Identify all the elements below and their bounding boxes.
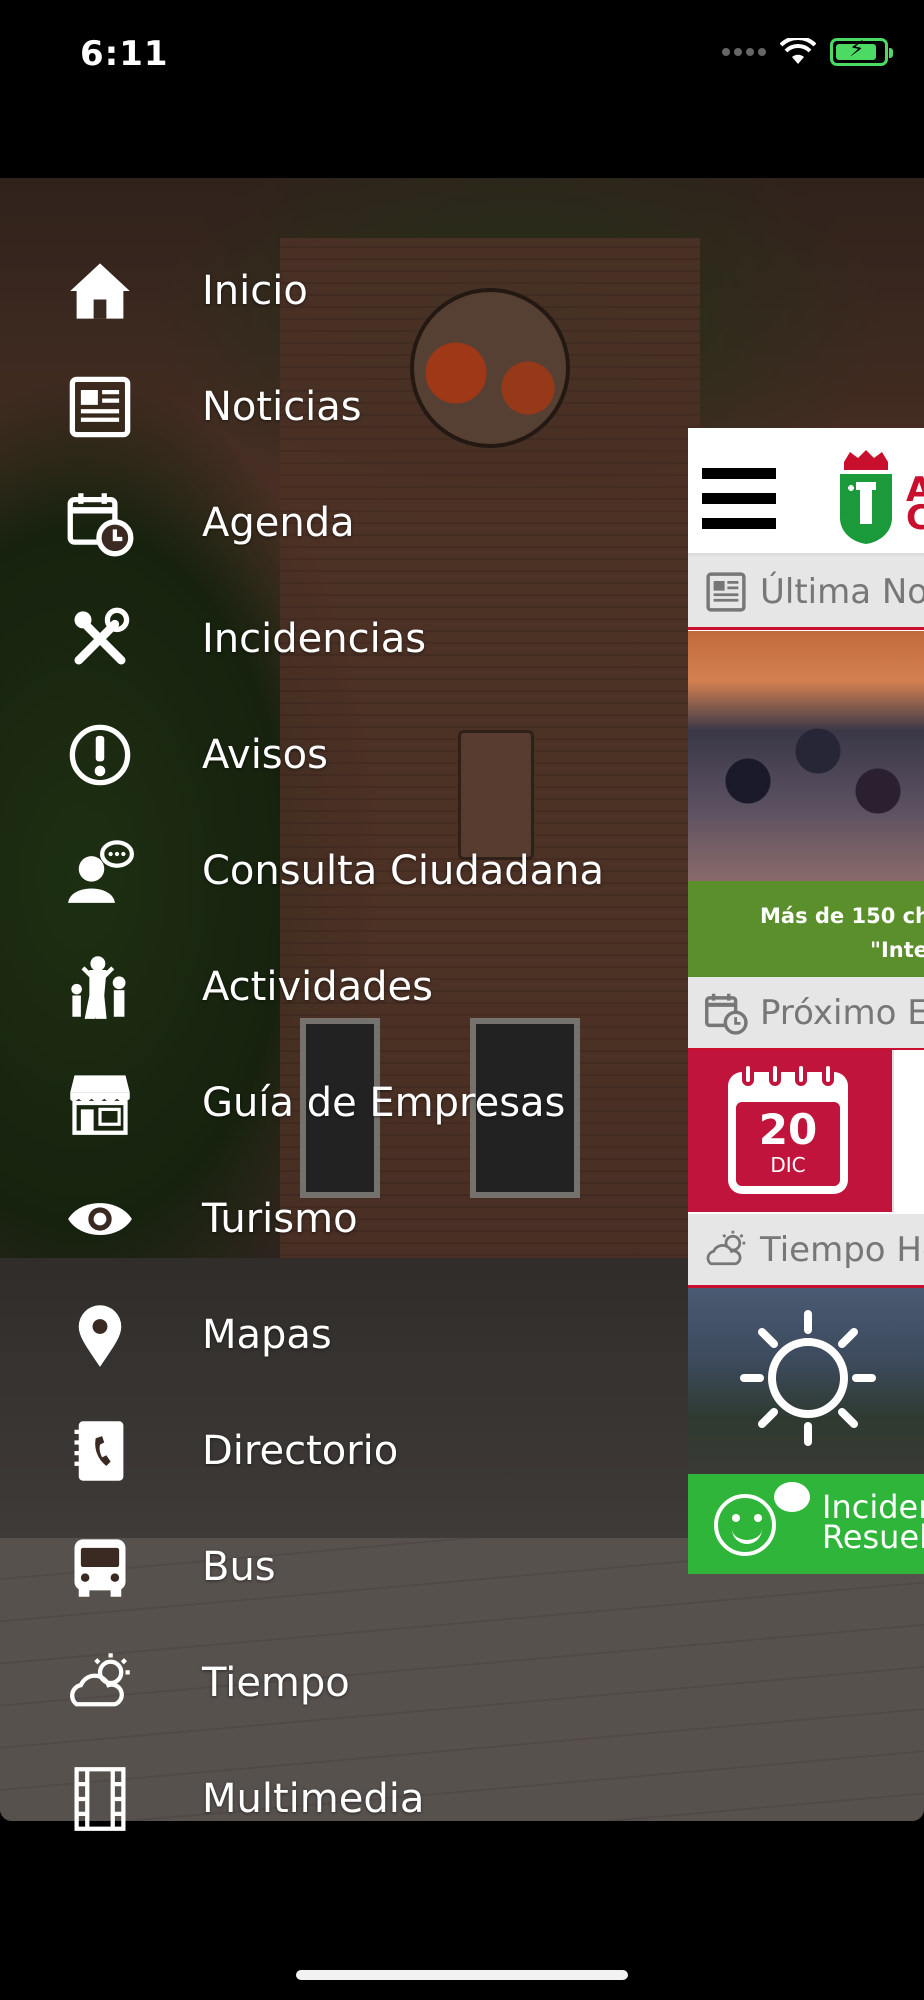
- menu-item-noticias[interactable]: Noticias: [0, 362, 680, 452]
- main-panel[interactable]: AYC Última Not Más de 150 ch "Inter Próx…: [688, 428, 924, 1574]
- latest-news-section[interactable]: Última Not: [688, 556, 924, 630]
- menu-item-label: Tiempo: [202, 1660, 350, 1706]
- calendar-clock-icon: [62, 485, 138, 561]
- menu-item-label: Consulta Ciudadana: [202, 848, 605, 894]
- menu-item-avisos[interactable]: Avisos: [0, 710, 680, 800]
- weather-card[interactable]: [688, 1288, 924, 1474]
- menu-item-label: Inicio: [202, 268, 308, 314]
- news-caption-line: "Inter: [870, 938, 924, 962]
- menu-item-label: Actividades: [202, 964, 433, 1010]
- menu-item-label: Incidencias: [202, 616, 427, 662]
- menu-item-consulta-ciudadana[interactable]: Consulta Ciudadana: [0, 826, 680, 916]
- menu-item-label: Guía de Empresas: [202, 1080, 566, 1126]
- menu-item-mapas[interactable]: Mapas: [0, 1290, 680, 1380]
- menu-item-tiempo[interactable]: Tiempo: [0, 1638, 680, 1728]
- bus-icon: [62, 1529, 138, 1605]
- status-icons: ⚡: [722, 37, 893, 66]
- news-photo[interactable]: [688, 631, 924, 881]
- menu-item-directorio[interactable]: Directorio: [0, 1406, 680, 1496]
- newspaper-icon: [62, 369, 138, 445]
- battery-icon: ⚡: [830, 37, 893, 66]
- calendar-clock-icon: [705, 993, 748, 1035]
- home-indicator[interactable]: [296, 1970, 628, 1980]
- weather-icon: [706, 1230, 746, 1265]
- map-pin-icon: [62, 1297, 138, 1373]
- signal-icon: [722, 48, 766, 56]
- weather-icon: [62, 1645, 138, 1721]
- status-time: 6:11: [80, 34, 169, 74]
- news-caption-line: Más de 150 ch: [760, 904, 924, 928]
- menu-item-label: Turismo: [202, 1196, 358, 1242]
- menu-item-label: Directorio: [202, 1428, 399, 1474]
- hamburger-menu-icon[interactable]: [702, 468, 776, 542]
- incidents-banner[interactable]: Inciden Resuel: [688, 1474, 924, 1574]
- event-day: 20: [758, 1105, 818, 1154]
- menu-item-turismo[interactable]: Turismo: [0, 1174, 680, 1264]
- app-header: AYC: [688, 428, 924, 556]
- menu-item-bus[interactable]: Bus: [0, 1522, 680, 1612]
- sun-icon: [740, 1310, 876, 1446]
- menu-item-label: Bus: [202, 1544, 276, 1590]
- town-crest-logo: [840, 450, 892, 544]
- weather-section[interactable]: Tiempo Ho: [688, 1214, 924, 1288]
- citizen-chat-icon: [62, 833, 138, 909]
- menu-item-multimedia[interactable]: Multimedia: [0, 1754, 680, 1844]
- menu-item-guia-empresas[interactable]: Guía de Empresas: [0, 1058, 680, 1148]
- film-icon: [62, 1761, 138, 1837]
- menu-item-label: Noticias: [202, 384, 362, 430]
- tools-bubble-icon: [774, 1482, 810, 1512]
- news-caption[interactable]: Más de 150 ch "Inter: [688, 881, 924, 977]
- next-event-section[interactable]: Próximo Ev: [688, 977, 924, 1051]
- menu-item-label: Avisos: [202, 732, 328, 778]
- menu-item-label: Multimedia: [202, 1776, 425, 1822]
- logo-text: AYC: [906, 470, 924, 538]
- section-title: Próximo Ev: [760, 992, 924, 1033]
- event-month: DIC: [770, 1153, 806, 1177]
- family-icon: [62, 949, 138, 1025]
- phone-book-icon: [62, 1413, 138, 1489]
- status-bar: 6:11 ⚡: [0, 0, 924, 120]
- incidents-line: Resuel: [822, 1518, 924, 1556]
- incidents-text: Inciden Resuel: [822, 1491, 924, 1556]
- menu-item-label: Mapas: [202, 1312, 332, 1358]
- wifi-icon: [780, 38, 816, 64]
- store-icon: [62, 1065, 138, 1141]
- home-icon: [62, 253, 138, 329]
- smiley-icon: [714, 1494, 776, 1556]
- menu-item-actividades[interactable]: Actividades: [0, 942, 680, 1032]
- tools-icon: [62, 601, 138, 677]
- event-date-block: 20 DIC: [688, 1050, 892, 1212]
- section-title: Tiempo Ho: [760, 1229, 924, 1270]
- alert-icon: [62, 717, 138, 793]
- menu-item-label: Agenda: [202, 500, 355, 546]
- eye-icon: [62, 1181, 138, 1257]
- event-details: [892, 1050, 924, 1212]
- event-card[interactable]: 20 DIC: [688, 1050, 924, 1212]
- calendar-icon: 20 DIC: [728, 1062, 848, 1194]
- menu-item-agenda[interactable]: Agenda: [0, 478, 680, 568]
- newspaper-icon: [706, 571, 746, 612]
- menu-item-incidencias[interactable]: Incidencias: [0, 594, 680, 684]
- section-title: Última Not: [760, 571, 924, 612]
- menu-item-inicio[interactable]: Inicio: [0, 246, 680, 336]
